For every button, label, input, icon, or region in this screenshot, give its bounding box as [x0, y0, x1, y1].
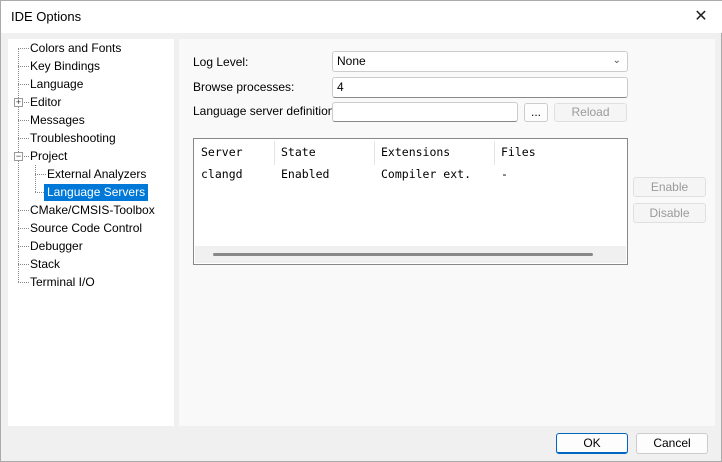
browse-processes-label: Browse processes: — [193, 80, 295, 94]
enable-button[interactable]: Enable — [633, 177, 706, 197]
servers-list[interactable]: Server State Extensions Files clangd Ena… — [193, 138, 628, 265]
tree-item[interactable]: Editor — [30, 94, 61, 111]
tree-item[interactable]: Debugger — [30, 238, 83, 255]
tree-line — [18, 66, 29, 67]
window-title: IDE Options — [11, 9, 82, 24]
column-header-extensions[interactable]: Extensions — [381, 145, 450, 159]
tree-line — [18, 120, 29, 121]
tree-item[interactable]: External Analyzers — [47, 166, 146, 183]
tree-item[interactable]: Project — [30, 148, 67, 165]
tree-line — [18, 282, 29, 283]
tree-item[interactable]: Language — [30, 76, 83, 93]
close-icon[interactable]: ✕ — [689, 7, 713, 27]
tree-item[interactable]: Terminal I/O — [30, 274, 95, 291]
collapse-icon[interactable]: − — [14, 152, 23, 161]
tree-item[interactable]: Language Servers — [44, 184, 149, 201]
scrollbar-thumb[interactable] — [213, 253, 593, 256]
column-header-state[interactable]: State — [281, 145, 316, 159]
tree-item[interactable]: Stack — [30, 256, 60, 273]
log-level-value: None — [337, 54, 366, 68]
cancel-button[interactable]: Cancel — [636, 433, 708, 454]
reload-button[interactable]: Reload — [554, 103, 627, 122]
disable-button[interactable]: Disable — [633, 203, 706, 223]
definitions-label: Language server definitions: — [193, 104, 344, 118]
cell-extensions: Compiler ext. — [381, 167, 472, 181]
tree-item[interactable]: Colors and Fonts — [30, 40, 121, 57]
browse-definitions-button[interactable]: ... — [524, 103, 548, 122]
tree-line — [35, 174, 46, 175]
column-separator — [374, 141, 375, 165]
cell-state: Enabled — [281, 167, 330, 181]
column-header-server[interactable]: Server — [201, 145, 243, 159]
title-bar: IDE Options ✕ — [1, 1, 722, 33]
column-separator — [274, 141, 275, 165]
column-separator — [494, 141, 495, 165]
ok-button[interactable]: OK — [556, 433, 628, 454]
tree-line — [35, 165, 36, 192]
expand-icon[interactable]: + — [14, 98, 23, 107]
tree-line — [18, 228, 29, 229]
browse-processes-input[interactable]: 4 — [332, 77, 628, 98]
tree-line — [18, 264, 29, 265]
cell-files: - — [501, 167, 508, 181]
tree-line — [18, 48, 29, 49]
options-tree: Colors and Fonts Key Bindings Language + Edi… — [8, 39, 174, 426]
tree-item[interactable]: Troubleshooting — [30, 130, 116, 147]
log-level-select[interactable]: None ⌄ — [332, 51, 628, 72]
tree-item[interactable]: Key Bindings — [30, 58, 100, 75]
tree-line — [18, 210, 29, 211]
horizontal-scrollbar[interactable] — [195, 246, 626, 263]
log-level-label: Log Level: — [193, 55, 249, 69]
tree-line — [18, 246, 29, 247]
tree-item[interactable]: Messages — [30, 112, 85, 129]
definitions-input[interactable] — [332, 102, 518, 122]
cell-server: clangd — [201, 167, 243, 181]
tree-item[interactable]: Source Code Control — [30, 220, 142, 237]
tree-item[interactable]: CMake/CMSIS-Toolbox — [30, 202, 155, 219]
chevron-down-icon: ⌄ — [612, 55, 621, 66]
tree-line — [18, 84, 29, 85]
tree-line — [18, 138, 29, 139]
column-header-files[interactable]: Files — [501, 145, 536, 159]
